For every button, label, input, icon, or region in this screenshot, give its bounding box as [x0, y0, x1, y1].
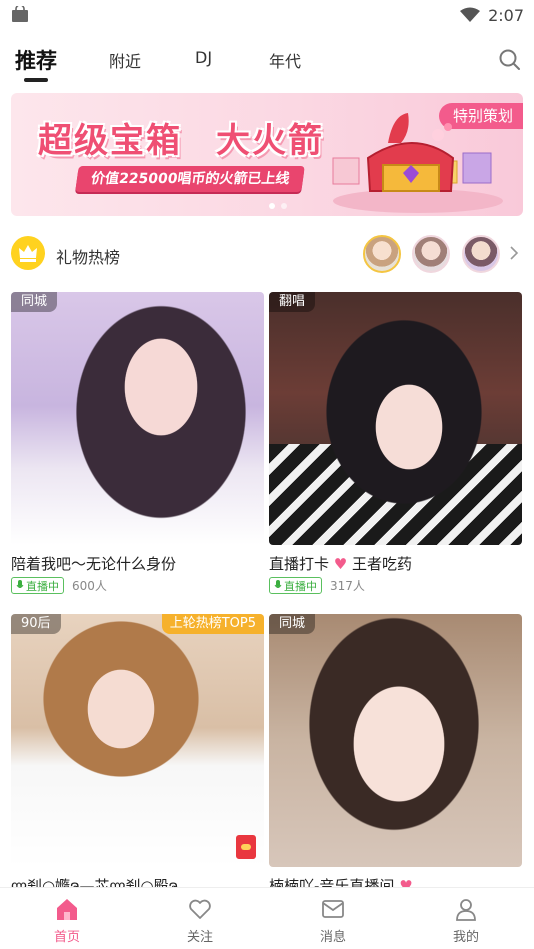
bottom-navigation: 首页 关注 消息 我的 [0, 887, 534, 949]
room-cover: 同城 [269, 614, 522, 867]
clock-text: 2:07 [488, 5, 524, 25]
chevron-right-icon[interactable] [509, 246, 519, 260]
treasure-chest-rocket-illustration [332, 113, 503, 213]
category-tag: 同城 [11, 292, 58, 312]
banner-title: 超级宝箱 大火箭 [38, 121, 324, 161]
rank-avatar-1[interactable] [363, 235, 401, 273]
live-room-card[interactable]: 同城 陪着我吧～无论什么身份 直播中 600人 [11, 292, 264, 594]
wifi-icon [460, 7, 481, 22]
tab-era[interactable]: 年代 [269, 48, 301, 72]
live-room-card[interactable]: 翻唱 直播打卡 ♥ 王者吃药 直播中 317人 [269, 292, 522, 594]
nav-home[interactable]: 首页 [27, 896, 107, 945]
nav-follow[interactable]: 关注 [160, 896, 240, 945]
person-icon [456, 899, 476, 921]
red-envelope-icon[interactable] [236, 835, 256, 859]
live-status-badge: 直播中 [11, 577, 64, 594]
status-bar: 2:07 [0, 0, 534, 30]
mail-icon [322, 900, 344, 918]
viewer-count: 317人 [330, 579, 365, 593]
gift-rank-label: 礼物热榜 [56, 248, 121, 267]
active-tab-indicator [24, 78, 48, 82]
room-cover: 90后 上轮热榜TOP5 [11, 614, 264, 867]
search-icon[interactable] [498, 48, 522, 72]
microphone-icon [274, 580, 282, 588]
nav-profile[interactable]: 我的 [426, 896, 506, 945]
live-room-card[interactable]: 同城 楠楠吖-音乐直播间 ♥ [269, 614, 522, 895]
category-tag: 翻唱 [269, 292, 316, 312]
gift-rank-row[interactable]: 礼物热榜 [11, 234, 523, 274]
room-title: 陪着我吧～无论什么身份 [11, 555, 177, 573]
room-cover: 同城 [11, 292, 264, 545]
live-room-card[interactable]: 90后 上轮热榜TOP5 ლ刹○嫷ຈ—芯ლ刹○殿ຈ [11, 614, 264, 895]
rank-avatar-2[interactable] [412, 235, 450, 273]
banner-subtitle: 价值225000唱币的火箭已上线 [75, 166, 306, 192]
category-tag: 90后 [11, 614, 61, 634]
rank-avatar-3[interactable] [462, 235, 500, 273]
category-tag: 同城 [269, 614, 316, 634]
microphone-icon [16, 580, 24, 588]
heart-icon: ♥ [333, 555, 348, 573]
room-cover: 翻唱 [269, 292, 522, 545]
top-tab-bar: 推荐 附近 DJ 年代 [0, 40, 534, 88]
heart-icon [189, 899, 211, 919]
room-title: 直播打卡 ♥ 王者吃药 [269, 555, 413, 573]
tab-recommend[interactable]: 推荐 [15, 45, 57, 75]
crown-icon [11, 236, 45, 270]
promo-banner[interactable]: 超级宝箱 大火箭 价值225000唱币的火箭已上线 特别策划 [11, 93, 523, 216]
tab-dj[interactable]: DJ [195, 48, 212, 67]
banner-pagination [269, 203, 287, 209]
viewer-count: 600人 [72, 579, 107, 593]
nav-messages[interactable]: 消息 [293, 896, 373, 945]
shopping-bag-icon [12, 6, 28, 22]
hot-rank-badge: 上轮热榜TOP5 [161, 614, 264, 634]
home-icon [57, 899, 77, 920]
live-status-badge: 直播中 [269, 577, 322, 594]
tab-nearby[interactable]: 附近 [109, 48, 141, 72]
